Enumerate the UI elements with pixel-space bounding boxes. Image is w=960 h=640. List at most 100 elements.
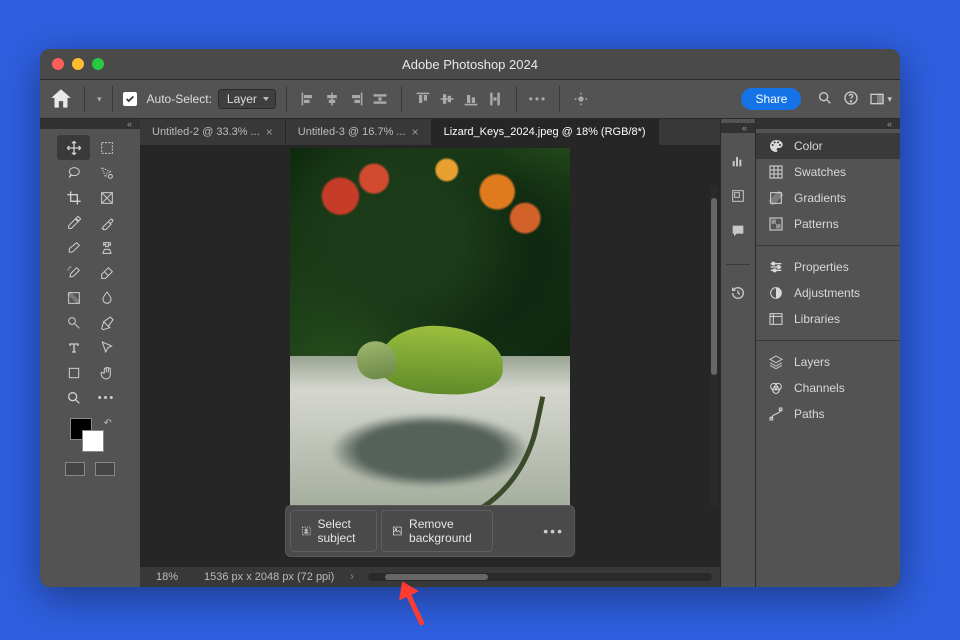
panel-tab-properties[interactable]: Properties (756, 254, 900, 280)
edit-toolbar-button[interactable]: ••• (90, 385, 123, 410)
history-brush-tool[interactable] (57, 260, 90, 285)
document-tabs: Untitled-2 @ 33.3% ... × Untitled-3 @ 16… (140, 119, 720, 145)
minimize-window-button[interactable] (72, 58, 84, 70)
standard-mode-button[interactable] (65, 462, 85, 476)
close-tab-icon[interactable]: × (266, 125, 273, 139)
collapse-strip-icon[interactable]: « (742, 123, 747, 133)
history-icon[interactable] (730, 285, 746, 306)
type-tool[interactable] (57, 335, 90, 360)
search-icon[interactable] (817, 90, 833, 109)
panel-label: Paths (794, 407, 825, 421)
panel-label: Libraries (794, 312, 840, 326)
options-bar: ▾ Auto-Select: Layer ••• Share (40, 79, 900, 119)
distribute-v-button[interactable] (484, 88, 506, 110)
color-swatches[interactable]: ↶ (68, 418, 112, 458)
tab-label: Lizard_Keys_2024.jpeg @ 18% (RGB/8*) (444, 126, 646, 138)
auto-select-checkbox[interactable] (123, 92, 137, 106)
panel-label: Color (794, 139, 823, 153)
panel-label: Swatches (794, 165, 846, 179)
window-controls (52, 58, 104, 70)
panel-tab-swatches[interactable]: Swatches (756, 159, 900, 185)
background-color[interactable] (82, 430, 104, 452)
workspace-switcher[interactable]: ▾ (869, 91, 892, 107)
canvas-viewport[interactable]: Select subject Remove background ••• (140, 145, 720, 567)
panel-label: Properties (794, 260, 849, 274)
toolbox-panel: « (40, 119, 140, 587)
align-right-button[interactable] (345, 88, 367, 110)
document-tab[interactable]: Untitled-2 @ 33.3% ... × (140, 119, 286, 145)
panel-tab-layers[interactable]: Layers (756, 349, 900, 375)
blur-tool[interactable] (90, 285, 123, 310)
select-subject-button[interactable]: Select subject (290, 510, 377, 552)
panel-label: Adjustments (794, 286, 860, 300)
share-button[interactable]: Share (741, 88, 801, 110)
close-tab-icon[interactable]: × (412, 125, 419, 139)
navigator-icon[interactable] (730, 188, 746, 209)
align-left-button[interactable] (297, 88, 319, 110)
collapse-panels-icon[interactable]: « (887, 119, 892, 129)
panel-label: Channels (794, 381, 845, 395)
distribute-h-button[interactable] (369, 88, 391, 110)
layer-dropdown[interactable]: Layer (218, 89, 276, 109)
pen-tool[interactable] (90, 310, 123, 335)
panel-tab-color[interactable]: Color (756, 133, 900, 159)
panel-tab-channels[interactable]: Channels (756, 375, 900, 401)
gradient-tool[interactable] (57, 285, 90, 310)
zoom-tool[interactable] (57, 385, 90, 410)
edit-mode-switch (65, 462, 115, 476)
close-window-button[interactable] (52, 58, 64, 70)
healing-brush-tool[interactable] (90, 210, 123, 235)
align-center-h-button[interactable] (321, 88, 343, 110)
zoom-window-button[interactable] (92, 58, 104, 70)
home-button[interactable] (48, 86, 74, 112)
panel-tab-paths[interactable]: Paths (756, 401, 900, 427)
tab-label: Untitled-3 @ 16.7% ... (298, 126, 406, 138)
status-menu-icon[interactable]: › (344, 571, 360, 583)
crop-tool[interactable] (57, 185, 90, 210)
move-tool-indicator-icon[interactable]: ▾ (95, 94, 102, 105)
document-canvas[interactable] (290, 148, 570, 526)
panel-tab-libraries[interactable]: Libraries (756, 306, 900, 332)
collapsed-panel-strip: « (720, 119, 755, 587)
panel-tab-gradients[interactable]: Gradients (756, 185, 900, 211)
align-top-button[interactable] (412, 88, 434, 110)
brush-tool[interactable] (57, 235, 90, 260)
path-select-tool[interactable] (90, 335, 123, 360)
auto-select-label: Auto-Select: (147, 92, 212, 106)
frame-tool[interactable] (90, 185, 123, 210)
vertical-scrollbar[interactable] (710, 185, 718, 507)
comments-icon[interactable] (730, 223, 746, 244)
swap-colors-icon[interactable]: ↶ (104, 418, 112, 429)
more-options-button[interactable]: ••• (537, 523, 570, 539)
quickmask-mode-button[interactable] (95, 462, 115, 476)
eyedropper-tool[interactable] (57, 210, 90, 235)
doc-dimensions[interactable]: 1536 px x 2048 px (72 ppi) (194, 571, 344, 583)
eraser-tool[interactable] (90, 260, 123, 285)
panel-label: Layers (794, 355, 830, 369)
dodge-tool[interactable] (57, 310, 90, 335)
more-align-button[interactable]: ••• (527, 88, 549, 110)
app-title: Adobe Photoshop 2024 (40, 57, 900, 72)
document-tab[interactable]: Lizard_Keys_2024.jpeg @ 18% (RGB/8*) (432, 119, 659, 145)
shape-tool[interactable] (57, 360, 90, 385)
3d-mode-button[interactable] (570, 88, 592, 110)
align-middle-v-button[interactable] (436, 88, 458, 110)
lasso-tool[interactable] (57, 160, 90, 185)
remove-background-button[interactable]: Remove background (381, 510, 493, 552)
hand-tool[interactable] (90, 360, 123, 385)
panel-tab-patterns[interactable]: Patterns (756, 211, 900, 237)
transform-icon[interactable] (497, 516, 513, 546)
document-tab[interactable]: Untitled-3 @ 16.7% ... × (286, 119, 432, 145)
zoom-level[interactable]: 18% (140, 571, 194, 583)
clone-stamp-tool[interactable] (90, 235, 123, 260)
workspace-body: « (40, 119, 900, 587)
mask-icon[interactable] (517, 516, 533, 546)
help-icon[interactable] (843, 90, 859, 109)
align-bottom-button[interactable] (460, 88, 482, 110)
panel-tab-adjustments[interactable]: Adjustments (756, 280, 900, 306)
marquee-tool[interactable] (90, 135, 123, 160)
move-tool[interactable] (57, 135, 90, 160)
quick-select-tool[interactable] (90, 160, 123, 185)
collapse-toolbox-icon[interactable]: « (127, 119, 132, 129)
histogram-icon[interactable] (730, 153, 746, 174)
